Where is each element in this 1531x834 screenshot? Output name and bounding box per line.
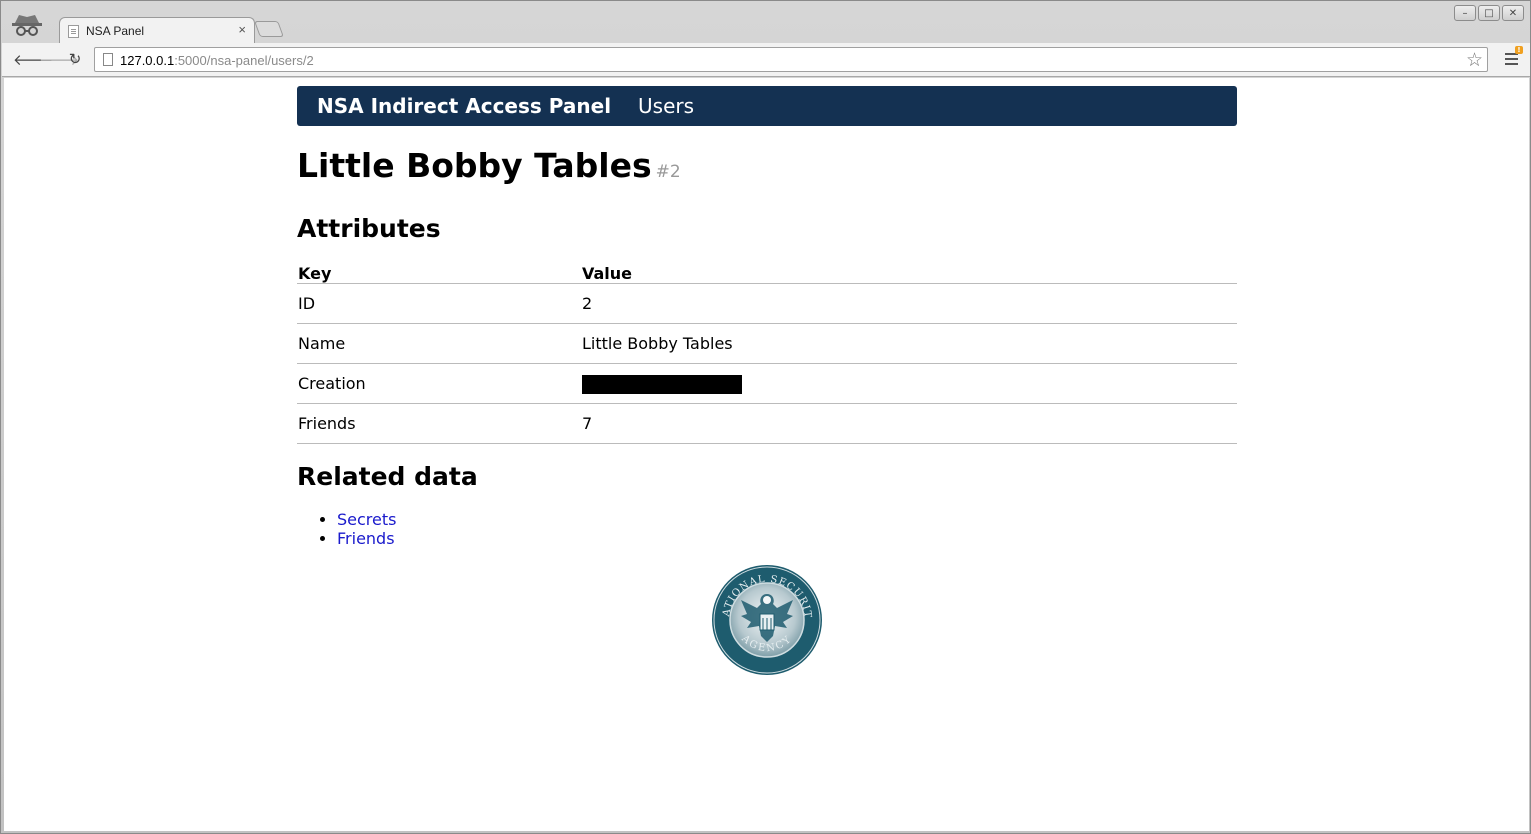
update-badge: ! [1515,46,1523,54]
attr-key: Friends [297,403,581,444]
attr-key: Name [297,323,581,364]
attr-value-cell [581,363,1237,404]
reload-icon[interactable]: ↻ [66,50,84,68]
minimize-button[interactable]: – [1454,5,1476,21]
table-row: Friends 7 [297,403,1237,444]
table-header-row: Key Value [297,262,1237,284]
table-row: ID 2 [297,283,1237,324]
column-header-value: Value [581,262,1237,284]
browser-window: NSA Panel × – □ ✕ 🡐 🡒 ↻ 127.0.0.1:5000/n… [0,0,1531,834]
address-bar[interactable]: 127.0.0.1:5000/nsa-panel/users/2 ☆ [94,47,1488,72]
attr-value: 7 [581,403,1237,444]
page-info-icon [103,53,113,66]
page-container: NSA Indirect Access Panel Users Little B… [297,86,1237,548]
browser-tab[interactable]: NSA Panel × [59,17,255,43]
attr-key: ID [297,283,581,324]
table-row: Name Little Bobby Tables [297,323,1237,364]
attr-key: Creation [297,363,581,404]
tab-title: NSA Panel [86,24,145,38]
attributes-heading: Attributes [297,214,441,243]
url-path: :5000/nsa-panel/users/2 [174,53,314,68]
page-viewport: NSA Indirect Access Panel Users Little B… [4,78,1529,831]
friends-link[interactable]: Friends [337,529,395,548]
close-window-button[interactable]: ✕ [1502,5,1524,21]
maximize-button[interactable]: □ [1478,5,1500,21]
secrets-link[interactable]: Secrets [337,510,396,529]
related-data-heading: Related data [297,462,478,491]
column-header-key: Key [297,262,581,284]
navbar-brand[interactable]: NSA Indirect Access Panel [317,94,611,118]
related-links-list: Secrets Friends [297,510,1237,548]
attr-value: Little Bobby Tables [581,323,1237,364]
tab-close-icon[interactable]: × [238,22,246,37]
list-item: Secrets [337,510,1237,529]
url-host: 127.0.0.1 [120,53,175,68]
nsa-seal-logo: NATIONAL SECURITY AGENCY [711,564,822,675]
url-text: 127.0.0.1:5000/nsa-panel/users/2 [120,53,314,68]
forward-arrow-icon[interactable]: 🡒 [39,50,79,69]
top-navbar: NSA Indirect Access Panel Users [297,86,1237,126]
window-controls: – □ ✕ [1454,5,1524,21]
table-row: Creation [297,363,1237,404]
nav-link-users[interactable]: Users [638,94,694,118]
page-title: Little Bobby Tables #2 [297,146,1237,192]
incognito-icon [12,15,42,36]
attr-value: 2 [581,283,1237,324]
browser-toolbar: 🡐 🡒 ↻ 127.0.0.1:5000/nsa-panel/users/2 ☆… [2,43,1530,77]
attributes-table: Key Value ID 2 Name Little Bobby Tables … [297,262,1237,444]
new-tab-button[interactable] [254,21,284,37]
bookmark-star-icon[interactable]: ☆ [1466,49,1483,72]
browser-menu-icon[interactable] [1505,53,1518,65]
redacted-block [582,374,742,394]
back-arrow-icon[interactable]: 🡐 [13,50,53,69]
user-name: Little Bobby Tables [297,146,652,185]
user-id-label: #2 [655,162,681,182]
page-favicon-icon [68,25,79,38]
list-item: Friends [337,529,1237,548]
